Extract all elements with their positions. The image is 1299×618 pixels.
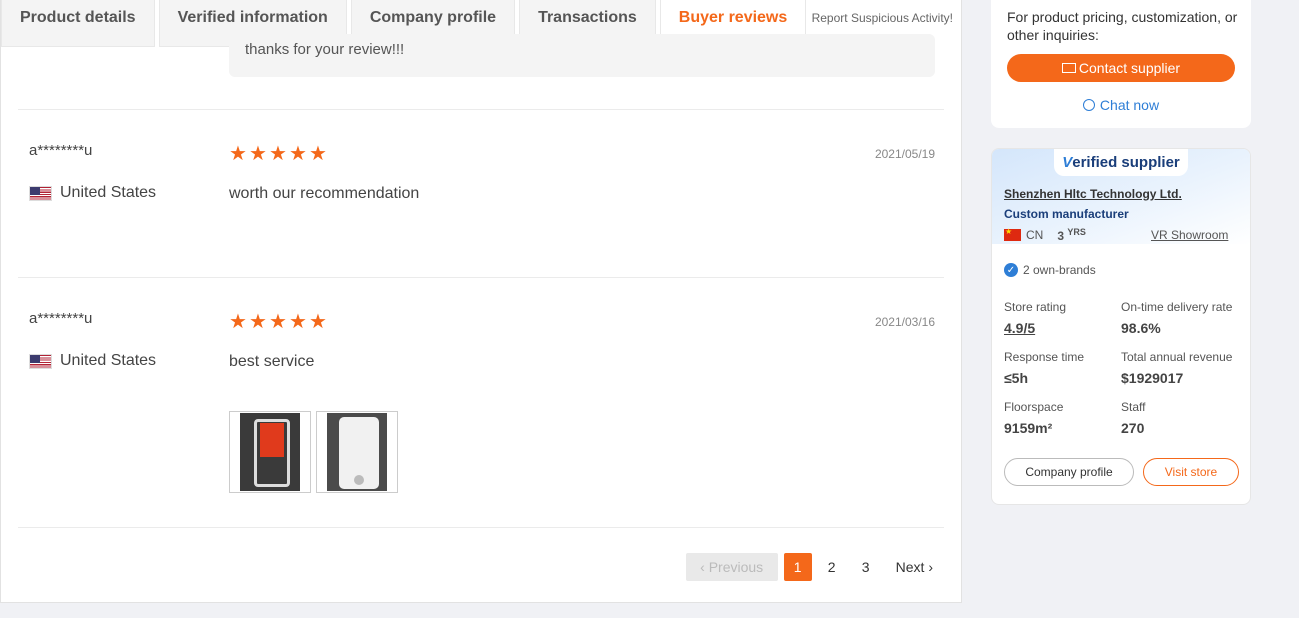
tab-product-details[interactable]: Product details: [1, 0, 155, 47]
us-flag-icon: [29, 353, 52, 369]
review-date: 2021/05/19: [874, 147, 935, 161]
verified-supplier-badge: Verified supplier: [1054, 149, 1188, 176]
chat-now-link[interactable]: Chat now: [991, 97, 1251, 113]
verified-check-icon: ✓: [1004, 263, 1018, 277]
next-page-button[interactable]: Next ›: [896, 553, 933, 581]
reviewer-country: United States: [29, 184, 156, 202]
reviewer-name: a********u: [29, 310, 93, 327]
years-in-business: 3 YRS: [1057, 227, 1086, 243]
rating-stars: ★ ★ ★ ★ ★: [229, 311, 328, 333]
review-image-thumbnail[interactable]: [229, 411, 311, 493]
supplier-meta: CN 3 YRS: [1004, 227, 1086, 243]
own-brands: ✓ 2 own-brands: [1004, 263, 1096, 277]
review-image-thumbnail[interactable]: [316, 411, 398, 493]
review-images: [229, 411, 398, 493]
rating-stars: ★ ★ ★ ★ ★: [229, 143, 328, 165]
reviewer-country: United States: [29, 352, 156, 370]
pagination: ‹ Previous 1 2 3 Next ›: [685, 553, 933, 581]
visit-store-button[interactable]: Visit store: [1143, 458, 1239, 486]
inquiry-text: For product pricing, customization, or o…: [1007, 9, 1238, 43]
review-date: 2021/03/16: [874, 315, 935, 329]
star-icon: ★: [229, 311, 247, 333]
us-flag-icon: [29, 185, 52, 201]
floorspace-stat: Floorspace 9159m²: [1004, 400, 1064, 436]
star-icon: ★: [309, 311, 327, 333]
divider: [18, 277, 944, 278]
reviews-panel: Product details Verified information Com…: [0, 0, 962, 603]
response-time-stat: Response time ≤5h: [1004, 350, 1085, 386]
divider: [18, 527, 944, 528]
country-code: CN: [1026, 228, 1044, 242]
star-icon: ★: [249, 311, 267, 333]
star-icon: ★: [289, 143, 307, 165]
star-icon: ★: [249, 143, 267, 165]
company-profile-button[interactable]: Company profile: [1004, 458, 1134, 486]
page-1-button[interactable]: 1: [783, 553, 812, 581]
mail-icon: [1061, 63, 1076, 73]
star-icon: ★: [289, 311, 307, 333]
star-icon: ★: [309, 143, 327, 165]
annual-revenue-stat: Total annual revenue $1929017: [1121, 350, 1233, 386]
chevron-left-icon: ‹: [700, 559, 709, 575]
store-rating-stat: Store rating 4.9/5: [1004, 300, 1067, 336]
chat-icon: [1082, 99, 1095, 111]
previous-page-button[interactable]: ‹ Previous: [685, 553, 778, 581]
divider: [18, 109, 944, 110]
staff-stat: Staff 270: [1121, 400, 1146, 436]
supplier-card: Verified supplier Shenzhen Hltc Technolo…: [991, 148, 1251, 505]
star-icon: ★: [269, 143, 287, 165]
page-3-button[interactable]: 3: [852, 553, 880, 581]
star-icon: ★: [269, 311, 287, 333]
contact-supplier-button[interactable]: Contact supplier: [1007, 54, 1235, 82]
reply-text: thanks for your review!!!: [245, 41, 405, 58]
store-rating-link[interactable]: 4.9/5: [1004, 320, 1066, 336]
review-comment: worth our recommendation: [229, 185, 420, 202]
chevron-right-icon: ›: [924, 559, 933, 575]
page-2-button[interactable]: 2: [818, 553, 846, 581]
supplier-name-link[interactable]: Shenzhen Hltc Technology Ltd.: [1004, 187, 1182, 201]
supplier-type: Custom manufacturer: [1004, 207, 1129, 221]
china-flag-icon: [1004, 227, 1021, 241]
supplier-reply: thanks for your review!!!: [229, 34, 935, 77]
country-label: United States: [60, 352, 157, 369]
on-time-delivery-stat: On-time delivery rate 98.6%: [1121, 300, 1233, 336]
review-comment: best service: [229, 353, 315, 370]
country-label: United States: [60, 184, 157, 201]
vr-showroom-link[interactable]: VR Showroom: [1151, 228, 1228, 242]
star-icon: ★: [229, 143, 247, 165]
reviewer-name: a********u: [29, 142, 93, 159]
inquiry-card: For product pricing, customization, or o…: [991, 0, 1251, 128]
